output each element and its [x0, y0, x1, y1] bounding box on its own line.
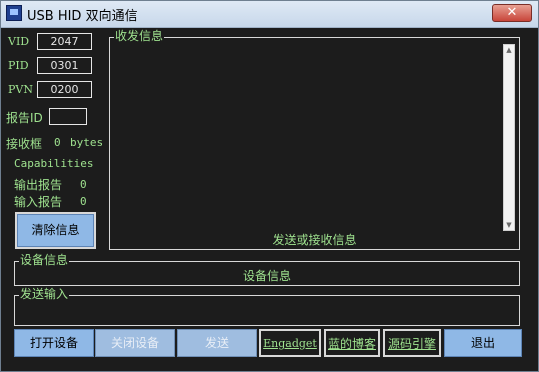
input-report-label: 输入报告	[14, 195, 63, 209]
app-window: USB HID 双向通信 ✕ VID 2047 PID 0301 PVN 020…	[0, 0, 539, 372]
report-id-field[interactable]	[49, 108, 87, 125]
device-info-group-legend: 设备信息	[19, 253, 70, 267]
receive-byte-count: 0	[54, 136, 61, 149]
messages-group-legend: 收发信息	[114, 29, 165, 43]
send-input-group-legend: 发送输入	[19, 287, 70, 301]
output-report-label: 输出报告	[14, 178, 63, 192]
close-icon: ✕	[506, 5, 518, 20]
messages-group: 收发信息 ▲ ▼ 发送或接收信息	[109, 29, 520, 250]
send-button[interactable]: 发送	[177, 329, 257, 357]
vid-label: VID	[8, 35, 30, 48]
messages-scrollbar[interactable]: ▲ ▼	[503, 44, 515, 231]
title-bar: USB HID 双向通信 ✕	[1, 1, 538, 28]
pvn-label: PVN	[8, 83, 33, 96]
exit-button[interactable]: 退出	[444, 329, 522, 357]
receive-byte-unit: bytes	[70, 136, 104, 149]
capabilities-title: Capabilities	[14, 157, 94, 170]
open-device-button[interactable]: 打开设备	[14, 329, 94, 357]
messages-content: 发送或接收信息	[272, 233, 357, 247]
scroll-down-arrow-icon[interactable]: ▼	[504, 220, 514, 230]
device-info-group: 设备信息 设备信息	[14, 253, 520, 286]
send-input-field[interactable]	[19, 302, 515, 322]
clear-info-button[interactable]: 清除信息	[15, 212, 96, 249]
source-engine-link[interactable]: 源码引擎	[383, 329, 441, 357]
client-area: VID 2047 PID 0301 PVN 0200 报告ID 接收框 0 by…	[4, 28, 535, 369]
engadget-link[interactable]: Engadget	[259, 329, 321, 357]
window-title: USB HID 双向通信	[27, 9, 138, 24]
pvn-field[interactable]: 0200	[37, 81, 92, 98]
pid-label: PID	[8, 59, 29, 72]
blog-link[interactable]: 蓝的博客	[324, 329, 380, 357]
input-report-value: 0	[80, 195, 87, 208]
close-button[interactable]: ✕	[492, 4, 532, 22]
receive-box-label: 接收框	[6, 137, 43, 151]
device-info-content: 设备信息	[242, 269, 291, 283]
scroll-up-arrow-icon[interactable]: ▲	[504, 45, 514, 55]
vid-field[interactable]: 2047	[37, 33, 92, 50]
output-report-value: 0	[80, 178, 87, 191]
app-window-icon	[6, 5, 22, 21]
close-device-button[interactable]: 关闭设备	[95, 329, 175, 357]
pid-field[interactable]: 0301	[37, 57, 92, 74]
send-input-group: 发送输入	[14, 287, 520, 326]
report-id-label: 报告ID	[6, 111, 43, 125]
